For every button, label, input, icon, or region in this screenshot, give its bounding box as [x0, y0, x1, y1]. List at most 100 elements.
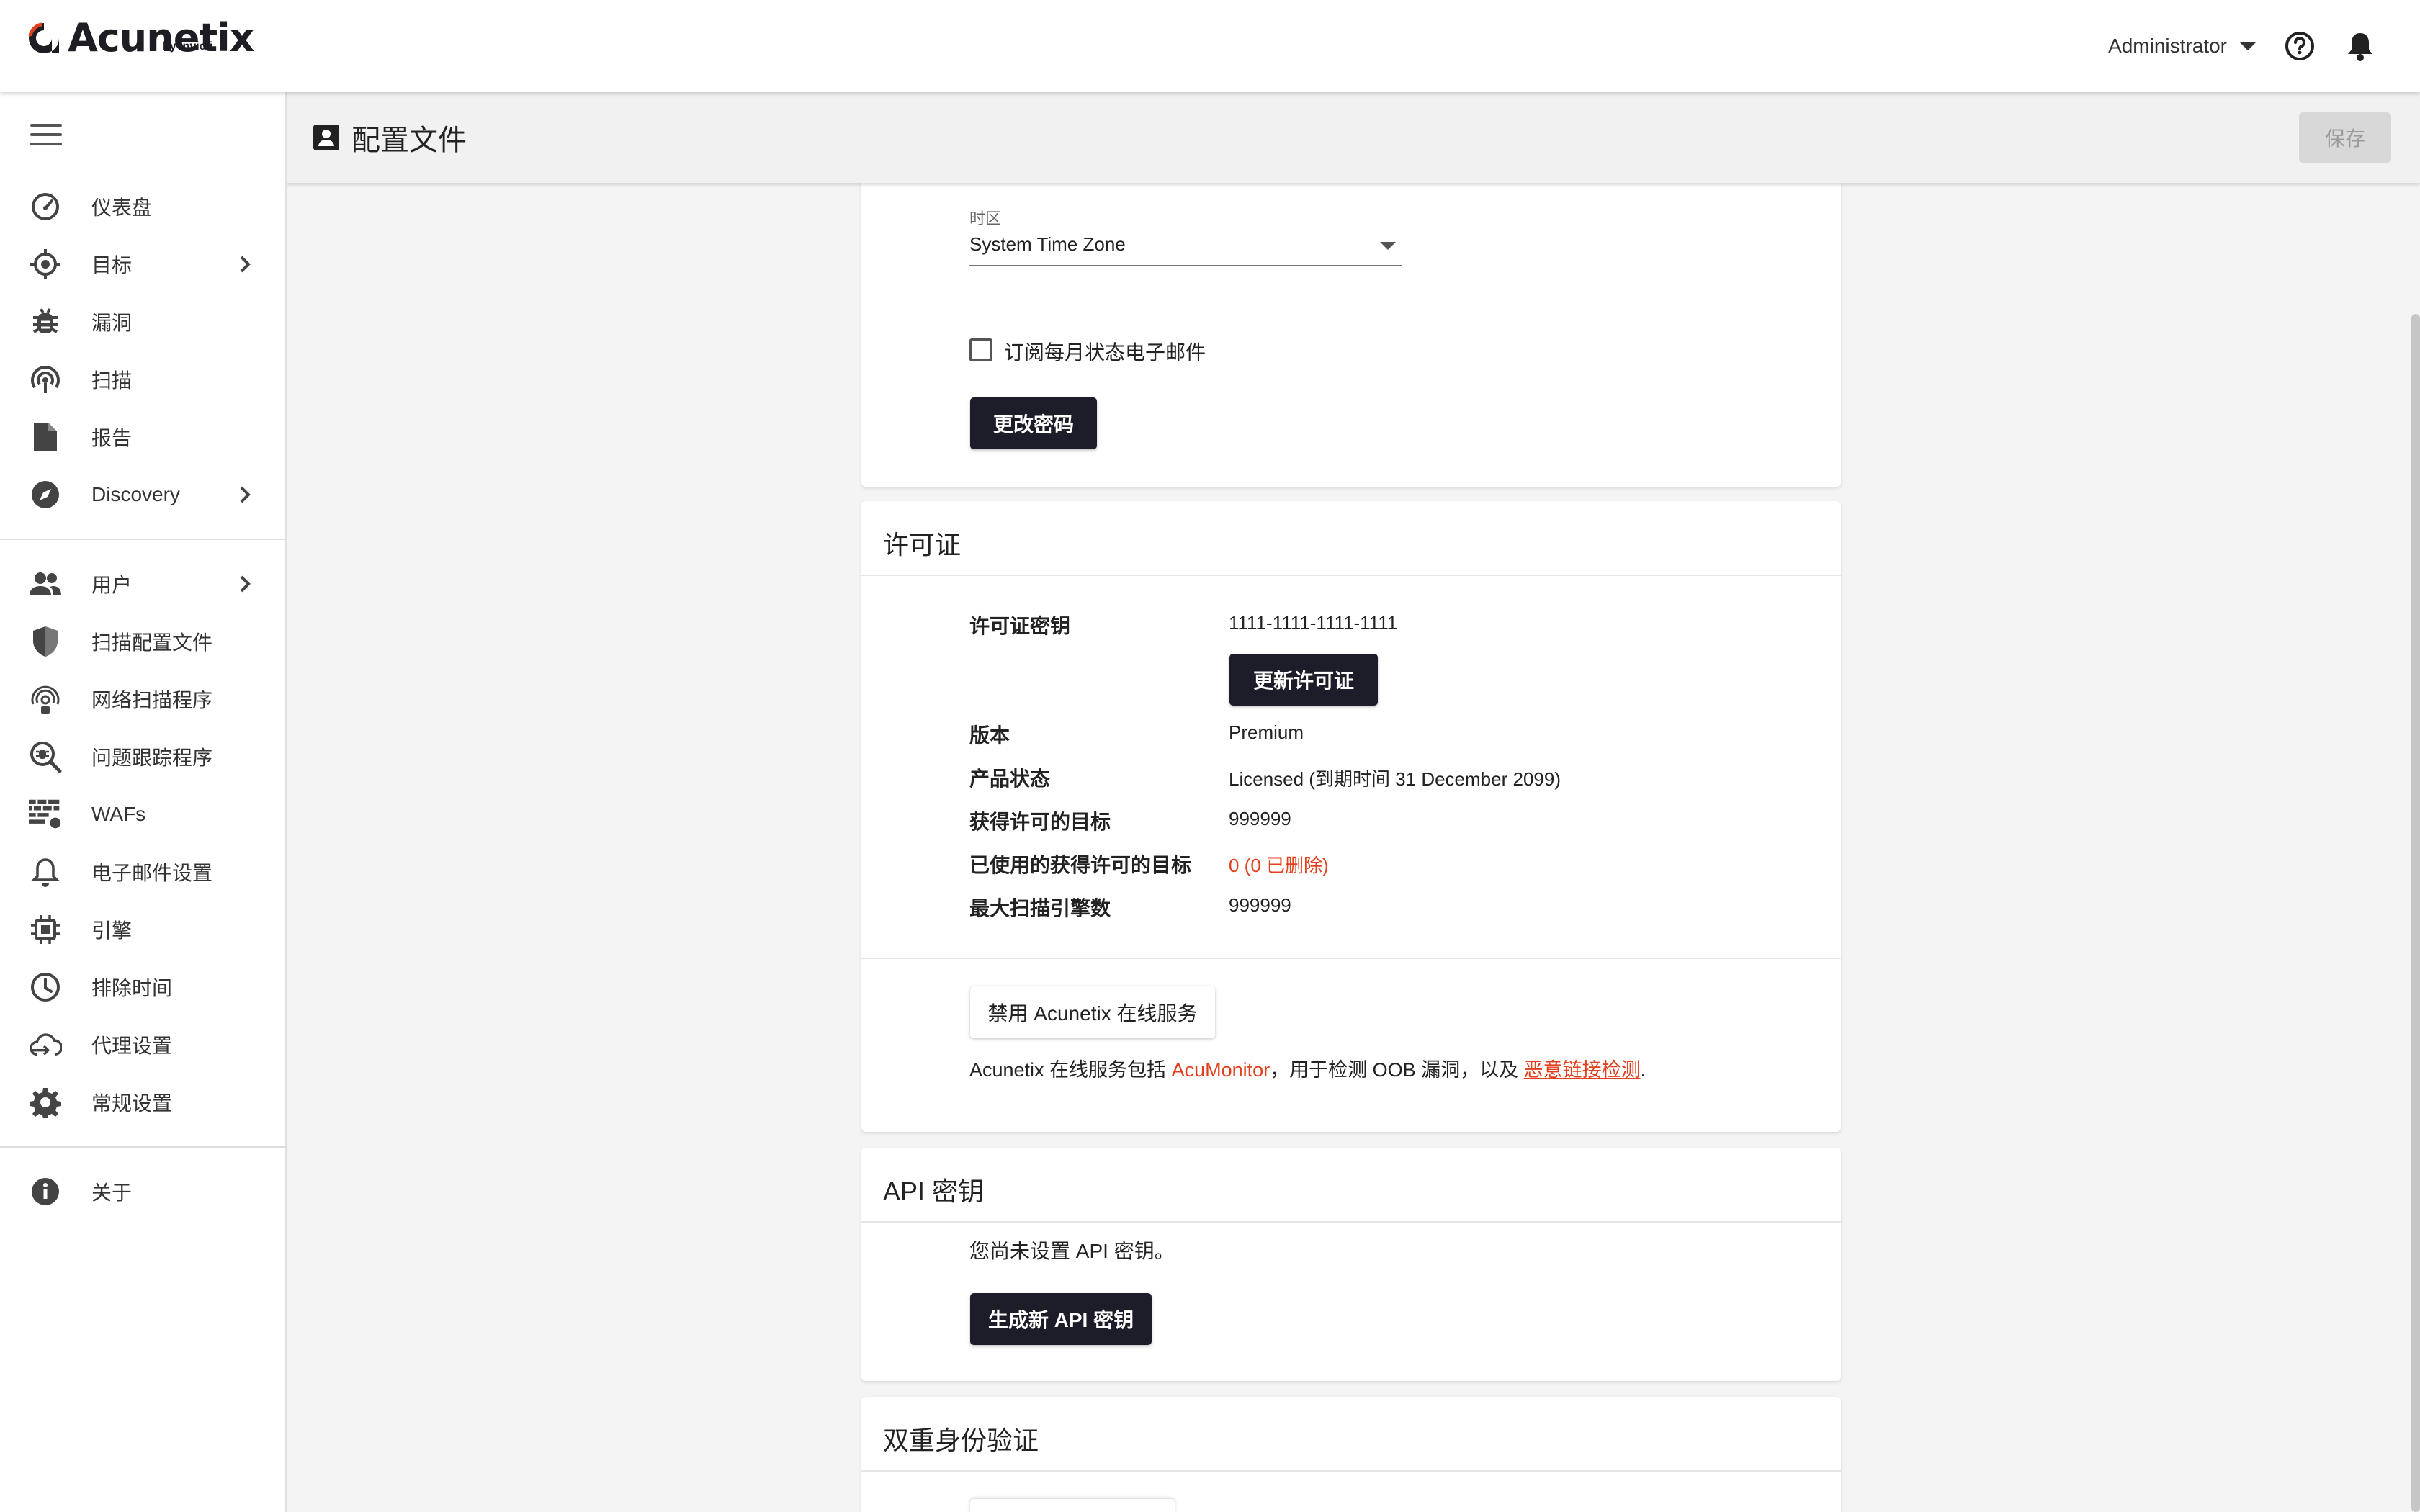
sidebar-item-proxy-settings[interactable]: 代理设置 — [0, 1016, 287, 1074]
sidebar-item-label: 网络扫描程序 — [91, 689, 213, 711]
product-status-label: 产品状态 — [969, 768, 1051, 790]
timezone-value: System Time Zone — [969, 233, 1126, 255]
two-factor-button[interactable] — [970, 1499, 1175, 1512]
top-bar: Acunetix by Invicti Administrator — [0, 0, 2420, 92]
generate-api-key-button[interactable]: 生成新 API 密钥 — [970, 1293, 1152, 1345]
subscribe-checkbox[interactable] — [969, 338, 992, 361]
chevron-right-icon — [240, 486, 251, 503]
sidebar-item-label: 代理设置 — [91, 1035, 173, 1057]
timezone-select[interactable]: System Time Zone — [969, 228, 1402, 266]
help-icon[interactable] — [2283, 30, 2316, 63]
sidebar-item-label: 仪表盘 — [91, 197, 153, 219]
sidebar-divider — [0, 1146, 287, 1148]
sidebar-item-network-scanner[interactable]: 网络扫描程序 — [0, 670, 287, 728]
license-divider — [861, 958, 1841, 959]
sidebar-item-general-settings[interactable]: 常规设置 — [0, 1074, 287, 1131]
chevron-down-icon — [1380, 242, 1396, 250]
sidebar-item-label: 报告 — [91, 427, 133, 449]
sidebar-item-label: 扫描 — [91, 369, 133, 392]
sidebar-divider — [0, 539, 287, 540]
sidebar-item-vulnerabilities[interactable]: 漏洞 — [0, 293, 287, 351]
target-icon — [29, 248, 62, 281]
sidebar-item-wafs[interactable]: WAFs — [0, 786, 287, 843]
chevron-right-icon — [240, 256, 251, 273]
licensed-targets-label: 获得许可的目标 — [969, 811, 1111, 833]
license-title: 许可证 — [883, 530, 962, 559]
online-services-text: Acunetix 在线服务包括 AcuMonitor，用于检测 OOB 漏洞，以… — [969, 1054, 1646, 1082]
timezone-label: 时区 — [969, 210, 1002, 228]
users-icon — [29, 567, 62, 600]
license-key-label: 许可证密钥 — [969, 615, 1071, 637]
license-key-value: 1111-1111-1111-1111 — [1229, 612, 1398, 634]
used-targets-label: 已使用的获得许可的目标 — [969, 854, 1192, 876]
sidebar-item-label: 常规设置 — [91, 1092, 173, 1115]
logo-text: Acunetix — [68, 15, 254, 60]
sidebar-item-label: 排除时间 — [91, 977, 173, 999]
sidebar-item-engines[interactable]: 引擎 — [0, 901, 287, 958]
cloud-upload-icon — [29, 1028, 62, 1061]
sidebar-item-label: 问题跟踪程序 — [91, 747, 213, 769]
sidebar-item-scan-profiles[interactable]: 扫描配置文件 — [0, 613, 287, 670]
sidebar-item-reports[interactable]: 报告 — [0, 408, 287, 466]
edition-label: 版本 — [969, 724, 1010, 747]
product-status-value: Licensed (到期时间 31 December 2099) — [1229, 768, 1561, 790]
sidebar-item-label: 电子邮件设置 — [91, 862, 213, 884]
user-name: Administrator — [2108, 35, 2227, 57]
compass-icon — [29, 478, 62, 511]
malicious-link-detection-link[interactable]: 恶意链接检测 — [1524, 1059, 1641, 1081]
firewall-icon — [29, 798, 62, 831]
licensed-targets-value: 999999 — [1229, 808, 1291, 829]
sidebar-item-label: 扫描配置文件 — [91, 631, 213, 654]
shield-icon — [29, 625, 62, 658]
update-license-button[interactable]: 更新许可证 — [1229, 654, 1378, 706]
acumonitor-link[interactable]: AcuMonitor — [1172, 1059, 1270, 1081]
acunetix-logo[interactable]: Acunetix — [26, 17, 254, 75]
sidebar-item-label: 用户 — [91, 574, 133, 596]
gear-icon — [29, 1086, 62, 1119]
used-targets-value: 0 (0 已删除) — [1229, 855, 1329, 876]
save-button[interactable]: 保存 — [2299, 112, 2391, 163]
change-password-button[interactable]: 更改密码 — [970, 397, 1097, 449]
sidebar-item-email-settings[interactable]: 电子邮件设置 — [0, 843, 287, 901]
logo-subtitle: by Invicti — [163, 40, 213, 53]
bell-icon[interactable] — [2344, 30, 2377, 63]
sidebar-item-dashboard[interactable]: 仪表盘 — [0, 178, 287, 235]
disable-online-services-button[interactable]: 禁用 Acunetix 在线服务 — [970, 986, 1215, 1038]
sidebar-item-label: Discovery — [91, 483, 180, 505]
menu-toggle-icon[interactable] — [30, 124, 62, 147]
sidebar-item-discovery[interactable]: Discovery — [0, 466, 287, 523]
online-text-part: . — [1640, 1059, 1646, 1081]
sidebar-item-users[interactable]: 用户 — [0, 555, 287, 613]
network-scan-icon — [29, 683, 62, 716]
sidebar: 仪表盘 目标 漏洞 扫描 报告 Discovery 用户 扫描配置文件 网络扫描… — [0, 92, 287, 1512]
sidebar-item-label: 目标 — [91, 254, 133, 276]
sidebar-item-label: 漏洞 — [91, 312, 133, 334]
radar-icon — [29, 363, 62, 396]
api-key-card-header: API 密钥 — [861, 1148, 1841, 1223]
online-text-part: ，用于检测 OOB 漏洞，以及 — [1270, 1059, 1524, 1081]
two-factor-card-header: 双重身份验证 — [861, 1397, 1841, 1472]
two-factor-title: 双重身份验证 — [883, 1426, 1039, 1455]
two-factor-card: 双重身份验证 — [861, 1397, 1841, 1512]
chip-icon — [29, 913, 62, 946]
scrollbar[interactable] — [2411, 314, 2420, 1512]
bug-search-icon — [29, 740, 62, 773]
info-icon — [29, 1175, 62, 1208]
page-title: 配置文件 — [351, 125, 467, 156]
api-key-empty-text: 您尚未设置 API 密钥。 — [969, 1240, 1175, 1262]
edition-value: Premium — [1229, 721, 1304, 743]
user-menu[interactable]: Administrator — [2108, 35, 2256, 58]
bug-icon — [29, 305, 62, 338]
sidebar-item-issue-trackers[interactable]: 问题跟踪程序 — [0, 728, 287, 786]
online-text-part: Acunetix 在线服务包括 — [969, 1059, 1172, 1081]
gauge-icon — [29, 190, 62, 223]
sidebar-item-about[interactable]: 关于 — [0, 1163, 287, 1220]
sidebar-item-scans[interactable]: 扫描 — [0, 351, 287, 408]
bell-outline-icon — [29, 855, 62, 888]
logo-mark-icon — [28, 22, 59, 53]
sidebar-item-label: 关于 — [91, 1182, 133, 1204]
sidebar-item-excluded-hours[interactable]: 排除时间 — [0, 958, 287, 1016]
api-key-card: API 密钥 您尚未设置 API 密钥。 生成新 API 密钥 — [861, 1148, 1841, 1381]
chevron-right-icon — [240, 575, 251, 593]
sidebar-item-targets[interactable]: 目标 — [0, 235, 287, 293]
